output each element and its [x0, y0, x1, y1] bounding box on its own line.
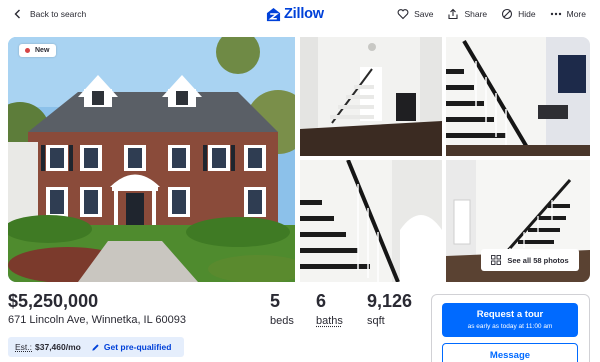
beds-value: 5 [270, 291, 294, 312]
listing-price: $5,250,000 [8, 291, 98, 312]
tour-sublabel: as early as today at 11:00 am [442, 323, 578, 330]
header-actions: Save Share Hide More [397, 8, 586, 20]
share-icon [447, 8, 459, 20]
tour-label: Request a tour [442, 309, 578, 320]
beds-label: beds [270, 315, 294, 327]
get-pre-qualified-link[interactable]: Get pre-qualified [91, 342, 172, 352]
hide-label: Hide [518, 9, 535, 19]
beds-stat: 5 beds [270, 291, 294, 327]
photo-gallery [8, 37, 590, 282]
prequal-label: Get pre-qualified [104, 342, 172, 352]
new-dot-icon [25, 48, 30, 53]
contact-card: Request a tour as early as today at 11:0… [431, 294, 590, 362]
heart-icon [397, 8, 409, 20]
see-all-label: See all 58 photos [507, 256, 568, 265]
request-tour-button[interactable]: Request a tour as early as today at 11:0… [442, 303, 578, 337]
back-label: Back to search [30, 9, 86, 19]
sqft-value: 9,126 [367, 291, 412, 312]
est-value: $37,460/mo [35, 342, 81, 352]
message-button[interactable]: Message [442, 343, 578, 362]
save-button[interactable]: Save [397, 8, 433, 20]
sqft-stat: 9,126 sqft [367, 291, 412, 327]
top-bar: Back to search Zillow Save Share Hide Mo… [0, 0, 600, 32]
back-to-search-link[interactable]: Back to search [13, 9, 86, 19]
sqft-label: sqft [367, 315, 412, 327]
baths-value: 6 [316, 291, 343, 312]
baths-label[interactable]: baths [316, 315, 343, 327]
chevron-left-icon [13, 9, 23, 19]
zillow-house-icon [266, 7, 281, 22]
save-label: Save [414, 9, 433, 19]
more-icon [550, 8, 562, 20]
more-button[interactable]: More [550, 8, 586, 20]
baths-stat[interactable]: 6 baths [316, 291, 343, 327]
zillow-logo[interactable]: Zillow [266, 6, 324, 22]
estimated-payment-bar: Est.: $37,460/mo Get pre-qualified [8, 337, 184, 357]
share-button[interactable]: Share [447, 8, 487, 20]
est-label[interactable]: Est.: [15, 342, 32, 352]
interior-photo-stair-detail[interactable] [300, 160, 442, 282]
see-all-photos-button[interactable]: See all 58 photos [481, 249, 579, 271]
interior-photo-staircase[interactable] [446, 37, 590, 156]
share-label: Share [464, 9, 487, 19]
more-label: More [567, 9, 586, 19]
new-listing-badge: New [19, 44, 56, 57]
main-house-photo[interactable] [8, 37, 295, 282]
hide-icon [501, 8, 513, 20]
interior-photo-foyer[interactable] [300, 37, 442, 156]
listing-address: 671 Lincoln Ave, Winnetka, IL 60093 [8, 314, 186, 326]
hide-button[interactable]: Hide [501, 8, 535, 20]
logo-text: Zillow [284, 6, 324, 22]
pencil-icon [91, 343, 100, 352]
grid-icon [491, 255, 501, 265]
badge-label: New [35, 47, 49, 54]
